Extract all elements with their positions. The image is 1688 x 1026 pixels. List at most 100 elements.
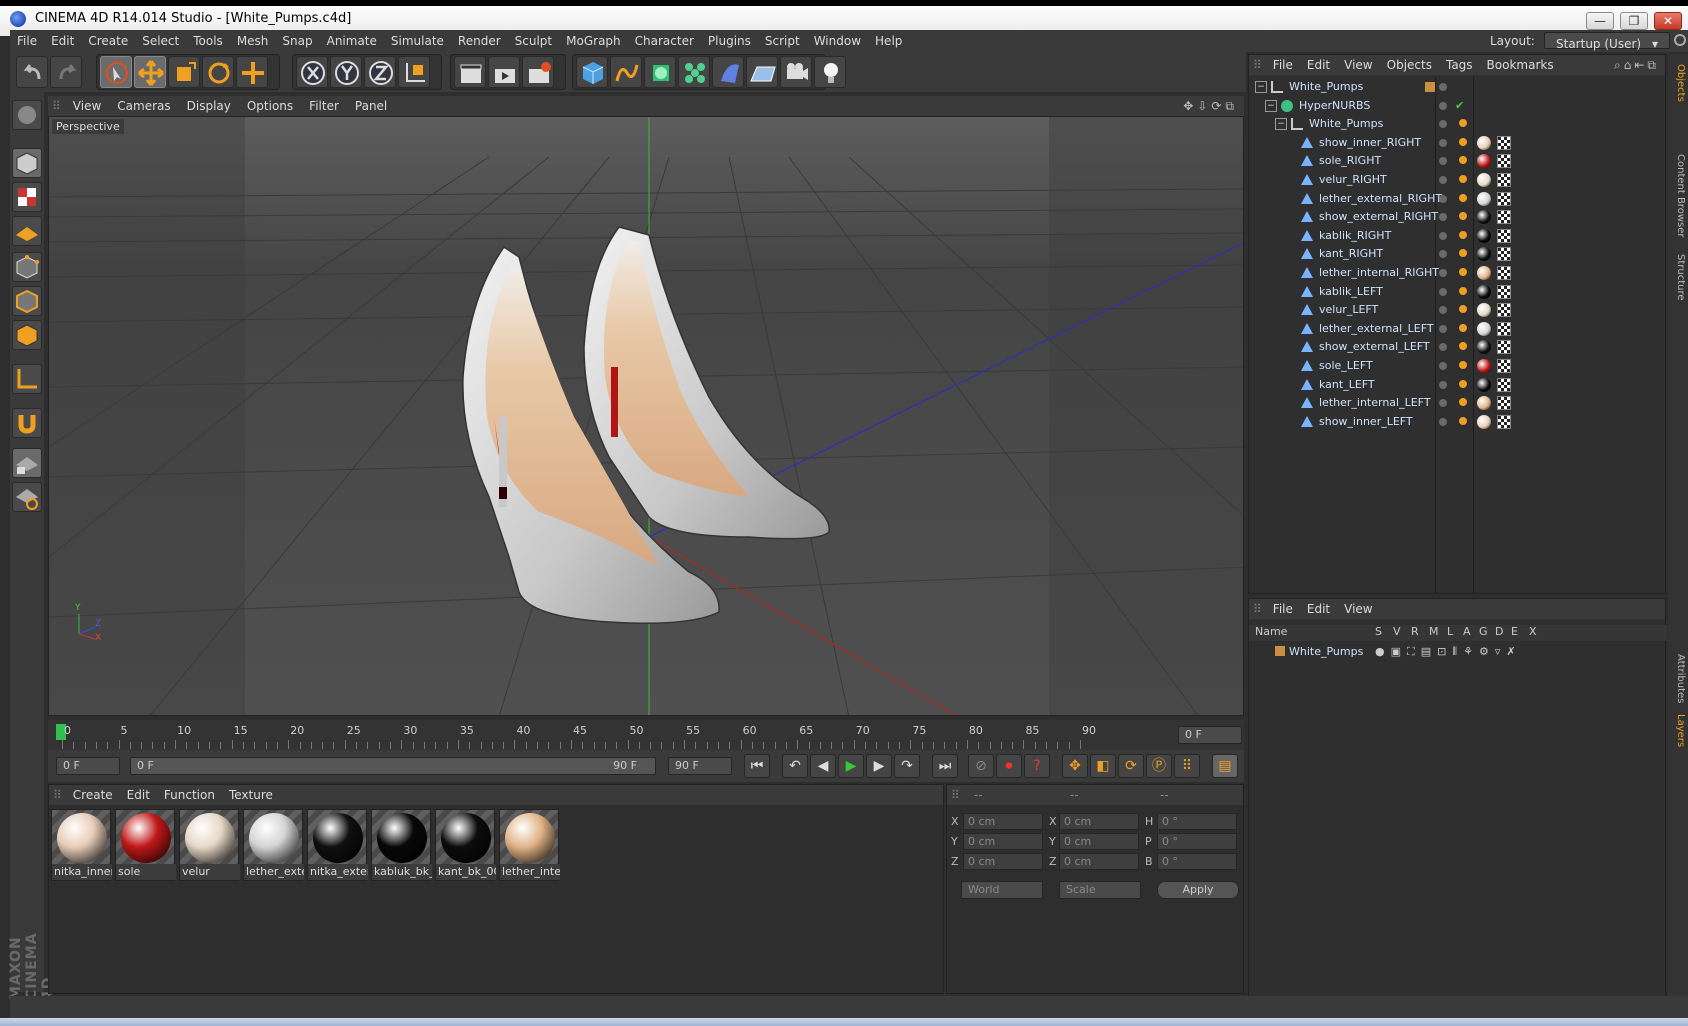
undo-button[interactable] [16,56,48,88]
object-menu-objects[interactable]: Objects [1380,55,1439,75]
current-frame-field[interactable]: 0 F [1178,726,1242,744]
planar-workplane-button[interactable] [12,482,42,512]
uvw-tag-icon[interactable] [1497,340,1511,355]
object-menu-file[interactable]: File [1266,55,1300,75]
visibility-dot-icon[interactable] [1439,269,1447,277]
object-name[interactable]: kablik_LEFT [1319,282,1383,302]
phong-tag-icon[interactable] [1459,361,1467,369]
keyframe-selection-button[interactable]: ? [1024,754,1050,778]
deformer-button[interactable] [712,56,744,88]
key-pla-button[interactable]: ⠿ [1174,754,1200,778]
nurbs-button[interactable] [644,56,676,88]
cube-object-button[interactable] [576,56,608,88]
next-key-button[interactable]: ↷ [894,754,920,778]
visibility-dot-icon[interactable] [1439,343,1447,352]
go-to-end-button[interactable]: ⏭ [932,754,958,778]
material-swatch[interactable]: nitka_exter [307,809,368,881]
object-name[interactable]: lether_internal_RIGHT [1319,263,1439,283]
menu-mograph[interactable]: MoGraph [559,30,628,52]
end-frame-field[interactable]: 90 F [668,757,732,775]
visibility-dot-icon[interactable] [1439,287,1447,296]
layer-color-swatch[interactable] [1425,82,1435,92]
object-name[interactable]: lether_external_RIGHT [1319,189,1442,209]
object-name[interactable]: lether_internal_LEFT [1319,393,1431,413]
layer-menu-file[interactable]: File [1266,599,1300,619]
workplane-mode-button[interactable] [12,216,42,246]
viewport-menu-panel[interactable]: Panel [347,96,395,116]
object-manager-nav-icons[interactable]: ⌕⌂⇤⧉ [1614,55,1659,75]
material-swatch[interactable]: lether_inte [499,809,560,881]
make-editable-button[interactable] [12,100,42,130]
texture-mode-button[interactable] [12,182,42,212]
menu-select[interactable]: Select [135,30,186,52]
viewport-menu-view[interactable]: View [65,96,109,116]
material-tag-icon[interactable] [1477,414,1491,429]
menu-help[interactable]: Help [868,30,909,52]
menu-animate[interactable]: Animate [320,30,384,52]
timeline-window-button[interactable]: ▤ [1212,754,1238,778]
light-button[interactable] [814,56,846,88]
model-mode-button[interactable] [12,148,42,178]
layer-toggle-icons[interactable]: ●▣⛶▤⊡⦀⚘⚙▿✗ [1375,645,1522,659]
uvw-tag-icon[interactable] [1497,303,1511,318]
object-tree-row[interactable]: − White_Pumps [1249,77,1667,97]
viewport-menu-filter[interactable]: Filter [301,96,347,116]
object-tree-row[interactable]: lether_internal_LEFT [1249,393,1667,413]
object-tree-row[interactable]: kablik_RIGHT [1249,226,1667,246]
material-menu-function[interactable]: Function [157,785,222,805]
uvw-tag-icon[interactable] [1497,135,1511,150]
visibility-dot-icon[interactable] [1439,120,1447,129]
uvw-tag-icon[interactable] [1497,266,1511,280]
material-tag-icon[interactable] [1477,173,1491,187]
material-swatch[interactable]: kabluk_bk_ [371,809,432,881]
menu-simulate[interactable]: Simulate [384,30,451,52]
visibility-dot-icon[interactable] [1439,83,1447,91]
key-scale-button[interactable]: ◧ [1090,754,1116,778]
material-swatch[interactable]: velur [179,809,240,881]
live-selection-button[interactable] [100,56,132,88]
phong-tag-icon[interactable] [1459,379,1467,388]
uvw-tag-icon[interactable] [1497,173,1511,187]
tab-objects[interactable]: Objects [1670,64,1686,102]
object-tree-row[interactable]: show_external_LEFT [1249,337,1667,357]
uvw-tag-icon[interactable] [1497,396,1511,411]
menu-create[interactable]: Create [81,30,135,52]
object-tree-row[interactable]: velur_RIGHT [1249,170,1667,190]
object-name[interactable]: lether_external_LEFT [1319,319,1434,339]
array-button[interactable] [678,56,710,88]
visibility-dot-icon[interactable] [1439,250,1447,259]
phong-tag-icon[interactable] [1459,305,1467,314]
material-tag-icon[interactable] [1477,228,1491,243]
tab-layers[interactable]: Layers [1670,714,1686,747]
material-tag-icon[interactable] [1477,321,1491,336]
uvw-tag-icon[interactable] [1497,321,1511,336]
key-parameter-button[interactable]: Ⓟ [1146,754,1172,778]
material-tag-icon[interactable] [1477,377,1491,392]
object-menu-view[interactable]: View [1337,55,1379,75]
object-tree-row[interactable]: lether_external_RIGHT [1249,189,1667,209]
object-menu-bookmarks[interactable]: Bookmarks [1480,55,1561,75]
object-tree-row[interactable]: show_inner_LEFT [1249,412,1667,432]
menu-mesh[interactable]: Mesh [230,30,276,52]
visibility-dot-icon[interactable] [1439,213,1447,222]
material-swatch[interactable]: nitka_inner [51,809,112,881]
phong-tag-icon[interactable] [1459,212,1467,221]
go-to-start-button[interactable]: ⏮ [744,754,770,778]
size-y-field[interactable]: 0 cm [1059,833,1139,850]
object-name[interactable]: velur_RIGHT [1319,170,1387,190]
uvw-tag-icon[interactable] [1497,191,1511,206]
uvw-tag-icon[interactable] [1497,228,1511,243]
camera-button[interactable] [780,56,812,88]
visibility-dot-icon[interactable] [1439,138,1447,147]
object-tree-row[interactable]: − White_Pumps [1249,114,1667,134]
object-name[interactable]: White_Pumps [1289,77,1363,97]
uvw-tag-icon[interactable] [1497,284,1511,299]
move-tool-button[interactable] [134,56,166,88]
phong-tag-icon[interactable] [1459,323,1467,332]
layer-menu-edit[interactable]: Edit [1300,599,1337,619]
spline-button[interactable] [610,56,642,88]
object-name[interactable]: White_Pumps [1309,114,1383,134]
material-tag-icon[interactable] [1477,359,1491,373]
object-tree-row[interactable]: velur_LEFT [1249,300,1667,320]
phong-tag-icon[interactable] [1459,156,1467,165]
